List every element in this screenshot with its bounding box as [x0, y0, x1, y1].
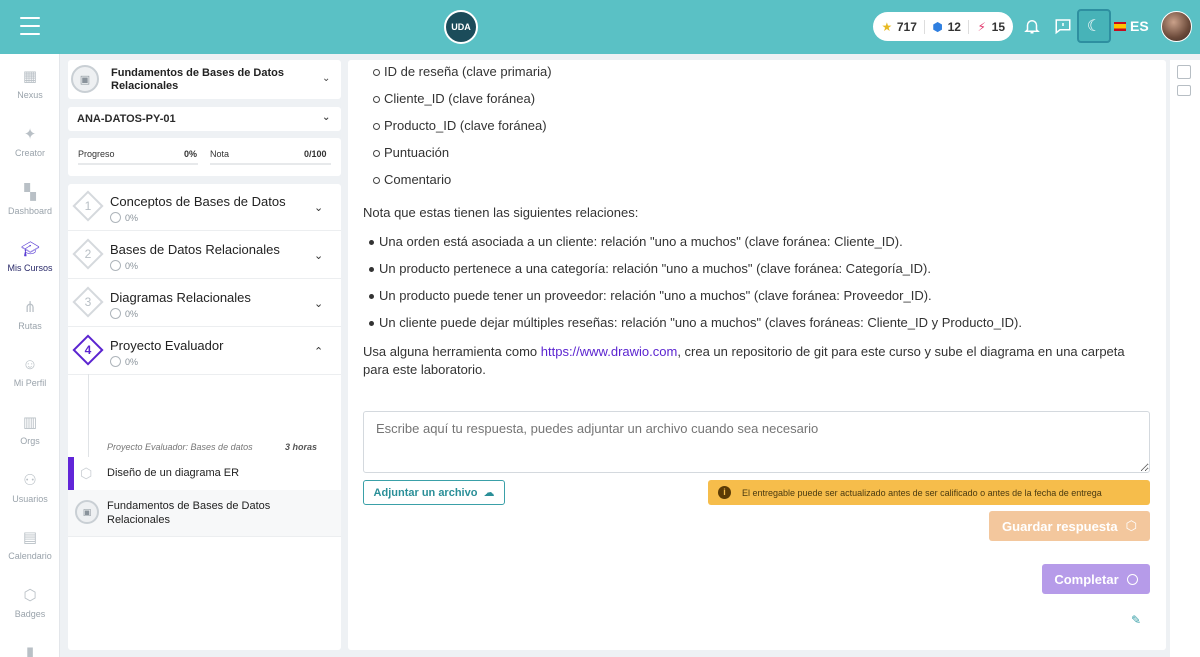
- course-panel: ▣ Fundamentos de Bases de Datos Relacion…: [68, 60, 341, 650]
- relation-item: Un producto pertenece a una categoría: r…: [369, 261, 931, 276]
- field-item: Cliente_ID (clave foránea): [372, 91, 536, 106]
- avatar[interactable]: [1161, 11, 1192, 42]
- gems-count: 12: [947, 19, 961, 34]
- moon-icon: ☾: [1086, 18, 1102, 35]
- relation-item: Un cliente puede dejar múltiples reseñas…: [369, 315, 1022, 330]
- relation-item: Una orden está asociada a un cliente: re…: [369, 234, 903, 249]
- energy-icon: ⚡: [977, 19, 986, 34]
- dark-mode-toggle[interactable]: ☾: [1077, 9, 1111, 43]
- star-icon: ★: [881, 19, 893, 34]
- users-icon: ⚇: [23, 472, 37, 489]
- chevron-down-icon: ⌄: [322, 112, 331, 123]
- cloud-upload-icon: ☁: [483, 487, 495, 499]
- chevron-down-icon: ⌄: [314, 202, 324, 214]
- calendar-icon[interactable]: [1177, 85, 1191, 96]
- nav-nexus[interactable]: ▦ Nexus: [0, 68, 60, 100]
- grade-bar: [210, 163, 331, 165]
- progress-bar: [78, 163, 198, 165]
- top-bar: UDA ★ 717 ⬢ 12 ⚡ 15 ☾ ES: [0, 0, 1200, 54]
- answer-textarea[interactable]: [363, 411, 1150, 473]
- wand-icon: ✦: [23, 126, 37, 143]
- course-code-selector[interactable]: ANA-DATOS-PY-01 ⌄: [68, 107, 341, 131]
- progress-ring-icon: [110, 356, 121, 367]
- badge-icon: ⬡: [23, 587, 37, 604]
- course-selector[interactable]: ▣ Fundamentos de Bases de Datos Relacion…: [68, 60, 341, 99]
- nav-mi-perfil[interactable]: ☺ Mi Perfil: [0, 356, 60, 388]
- lesson-hours: 3 horas: [285, 442, 318, 452]
- deliverable-warning: i El entregable puede ser actualizado an…: [708, 480, 1150, 505]
- energy-count: 15: [991, 19, 1006, 34]
- field-item: Producto_ID (clave foránea): [373, 118, 547, 133]
- units-list: 1 Conceptos de Bases de Datos 0% ⌄ 2 Bas…: [68, 184, 341, 650]
- info-icon: i: [718, 486, 731, 499]
- course-title: Fundamentos de Bases de Datos Relacional…: [111, 67, 284, 92]
- course-badge-icon: ▣: [75, 500, 99, 524]
- nav-orgs[interactable]: ▥ Orgs: [0, 414, 60, 446]
- field-item: Comentario: [372, 172, 452, 187]
- routes-icon: ⋔: [23, 299, 37, 316]
- chevron-up-icon: ⌃: [314, 346, 324, 358]
- instruction-text: Usa alguna herramienta como https://www.…: [363, 344, 1125, 377]
- nexus-icon: ▦: [22, 68, 38, 85]
- chevron-down-icon: ⌄: [314, 298, 324, 310]
- nav-badges[interactable]: ⬡ Badges: [0, 587, 60, 619]
- flag-icon: [1114, 21, 1126, 31]
- progress-value: 0%: [184, 149, 198, 159]
- building-icon: ▥: [22, 414, 38, 431]
- nav-dashboard[interactable]: ▚ Dashboard: [0, 184, 60, 216]
- nav-calendario[interactable]: ▤ Calendario: [0, 529, 60, 561]
- circle-icon: [1126, 573, 1138, 585]
- progress-ring-icon: [110, 308, 121, 319]
- lesson-item-active[interactable]: ⬡ Diseño de un diagrama ER: [68, 457, 341, 490]
- unit-1[interactable]: 1 Conceptos de Bases de Datos 0% ⌄: [68, 184, 341, 231]
- nav-creator[interactable]: ✦ Creator: [0, 126, 60, 158]
- active-marker: [68, 457, 74, 490]
- unit-2[interactable]: 2 Bases de Datos Relacionales 0% ⌄: [68, 232, 341, 279]
- nav-mis-cursos[interactable]: 🎓︎ Mis Cursos: [0, 241, 60, 273]
- chevron-down-icon: ⌄: [314, 250, 324, 262]
- relation-item: Un producto puede tener un proveedor: re…: [369, 288, 932, 303]
- field-item: ID de reseña (clave primaria): [373, 64, 552, 79]
- save-answer-button[interactable]: Guardar respuesta ⬡: [989, 511, 1150, 541]
- unit-4[interactable]: 4 Proyecto Evaluador 0% ⌃: [68, 328, 341, 375]
- lesson-item-course[interactable]: ▣ Fundamentos de Bases de Datos Relacion…: [68, 490, 341, 537]
- graduation-cap-icon: 🎓︎: [21, 241, 41, 258]
- drawio-link[interactable]: https://www.drawio.com: [541, 344, 678, 359]
- unit-3[interactable]: 3 Diagramas Relacionales 0% ⌄: [68, 280, 341, 327]
- lesson-meta: Proyecto Evaluador: Bases de datos: [107, 442, 253, 452]
- edit-icon[interactable]: ✎: [1131, 613, 1141, 627]
- attach-file-button[interactable]: Adjuntar un archivo ☁: [363, 480, 505, 505]
- left-nav: ▦ Nexus ✦ Creator ▚ Dashboard 🎓︎ Mis Cursos …: [0, 54, 60, 657]
- calendar-icon: ▤: [22, 529, 38, 546]
- relations-intro: Nota que estas tienen las siguientes rel…: [363, 205, 639, 220]
- stars-count: 717: [896, 19, 917, 34]
- gem-icon: ⬢: [932, 19, 943, 34]
- progress-ring-icon: [110, 212, 121, 223]
- panel-toggle-icon[interactable]: [1177, 65, 1191, 79]
- chevron-down-icon: ⌄: [322, 73, 331, 84]
- stats-pill: ★ 717 ⬢ 12 ⚡ 15: [873, 12, 1013, 41]
- logo[interactable]: UDA: [444, 10, 478, 44]
- chart-icon: ▮: [25, 644, 35, 657]
- dashboard-icon: ▚: [24, 184, 36, 201]
- nav-usuarios[interactable]: ⚇ Usuarios: [0, 472, 60, 504]
- right-toolbar: [1170, 60, 1200, 657]
- grade-value: 0/100: [304, 149, 327, 159]
- progress-box: Progreso 0% Nota 0/100: [68, 138, 341, 176]
- nav-rutas[interactable]: ⋔ Rutas: [0, 299, 60, 331]
- feedback-icon[interactable]: [1051, 14, 1075, 38]
- cube-icon: ⬡: [80, 465, 93, 481]
- bell-icon[interactable]: [1020, 14, 1044, 38]
- field-item: Puntuación: [372, 145, 450, 160]
- menu-icon[interactable]: [20, 17, 40, 35]
- language-selector[interactable]: ES: [1114, 18, 1149, 34]
- lesson-content: ID de reseña (clave primaria) Cliente_ID…: [348, 60, 1166, 650]
- progress-ring-icon: [110, 260, 121, 271]
- course-badge-icon: ▣: [71, 65, 99, 93]
- cube-icon: ⬡: [1125, 518, 1137, 533]
- profile-icon: ☺: [22, 356, 38, 373]
- nav-stats[interactable]: ▮: [0, 644, 60, 657]
- complete-button[interactable]: Completar: [1042, 564, 1150, 594]
